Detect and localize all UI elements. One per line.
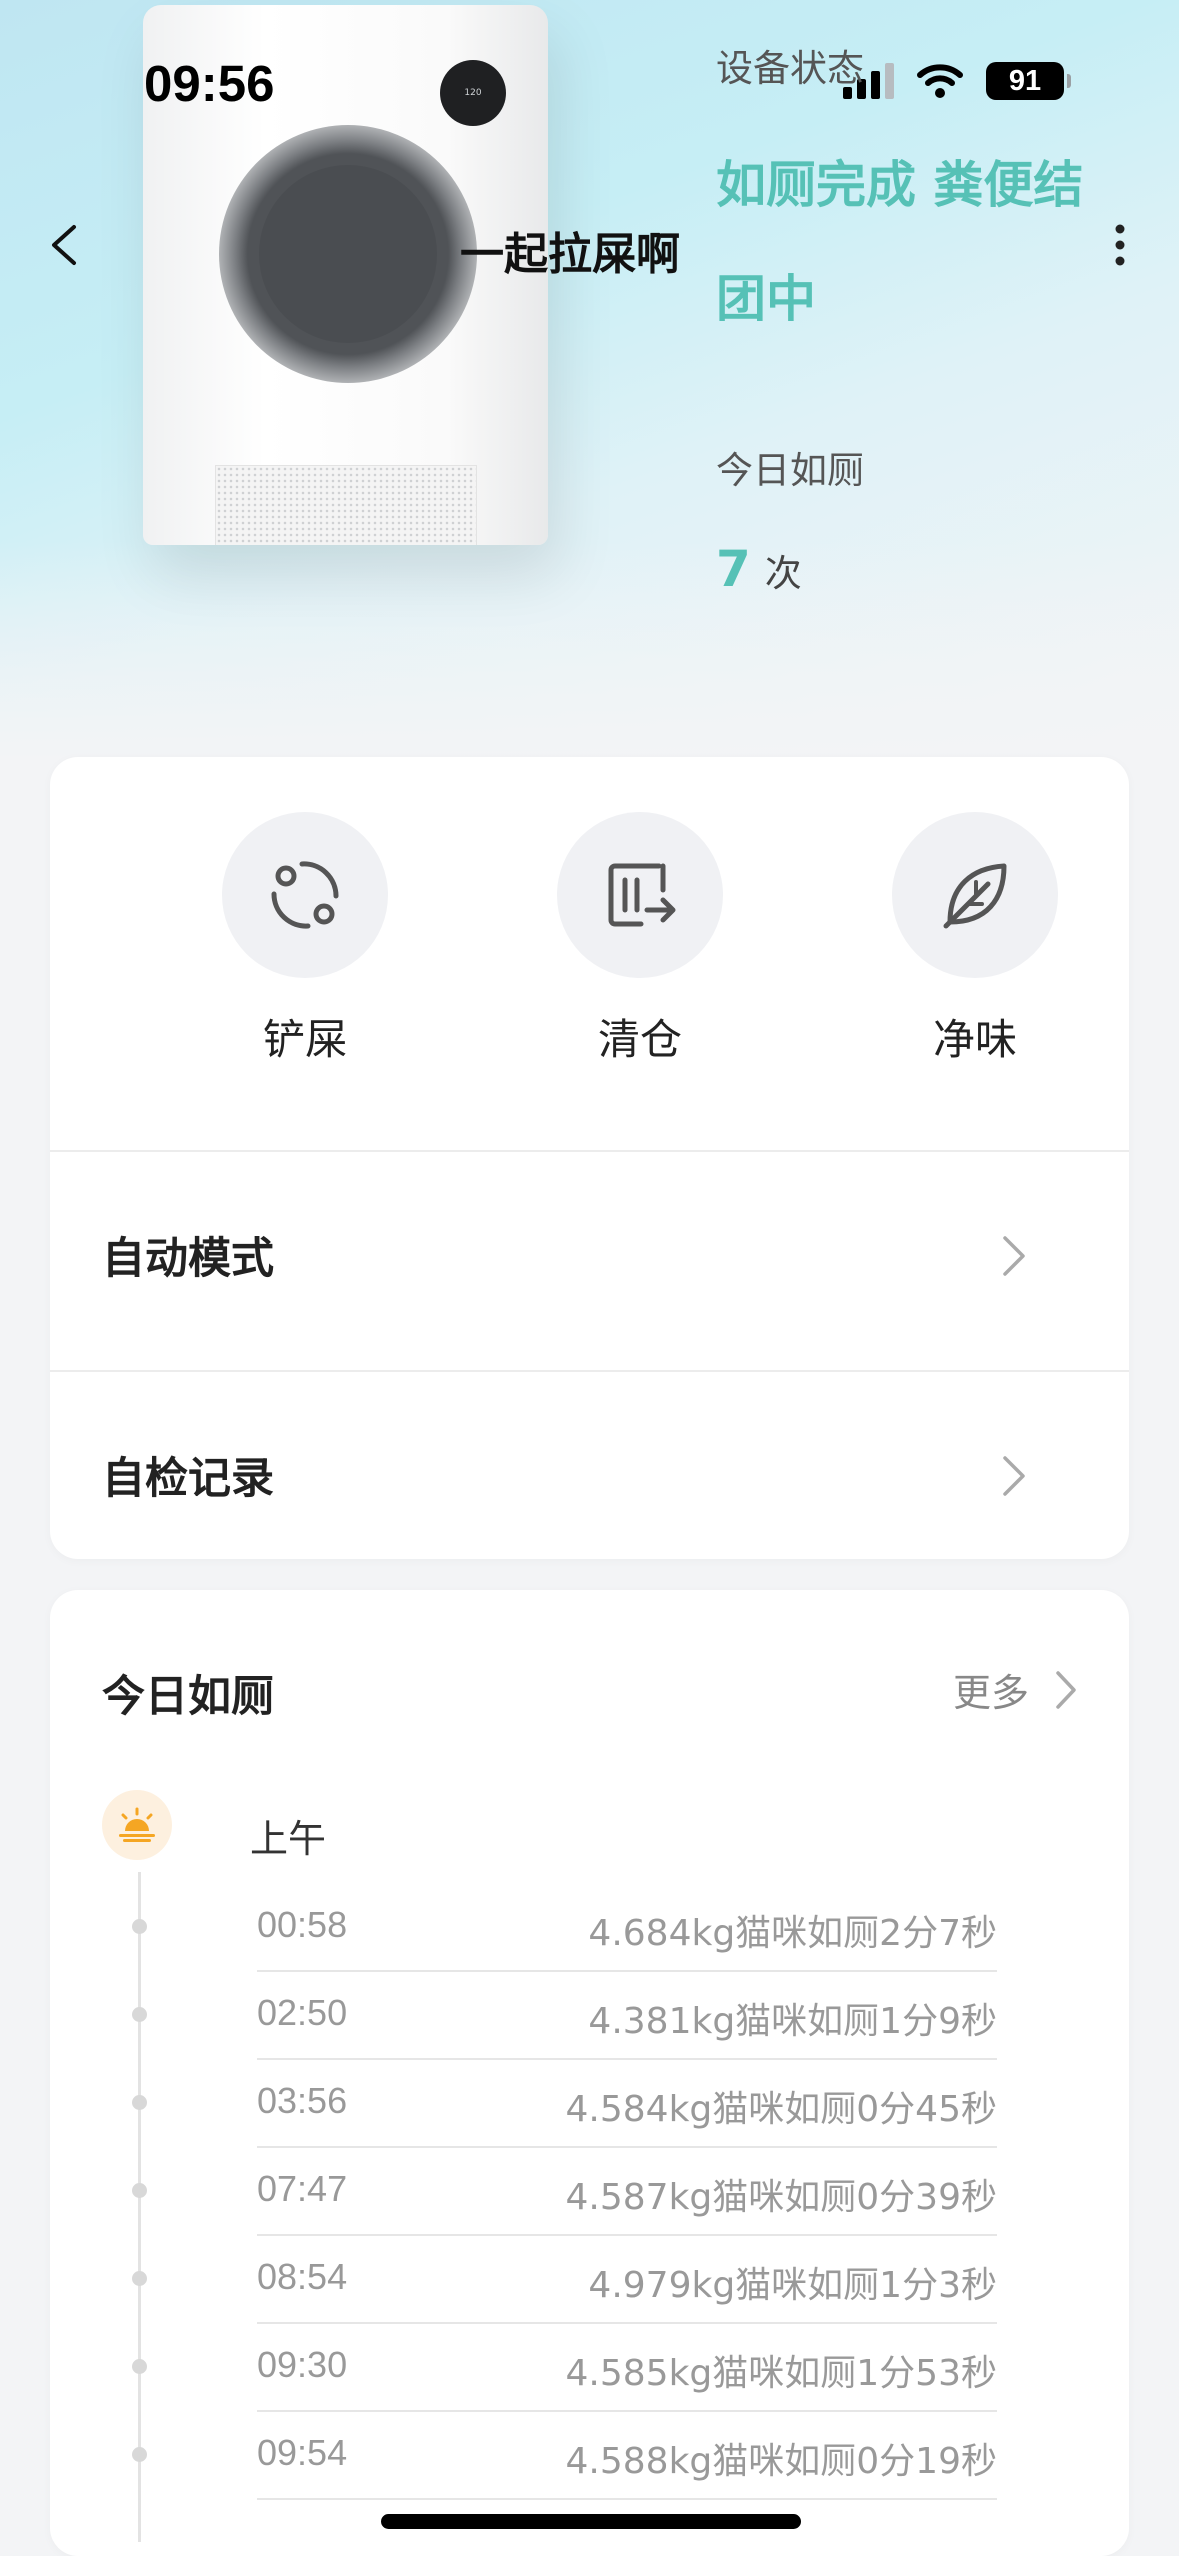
list-item[interactable]: 02:50 4.381kg猫咪如厕1分9秒 [257,1972,997,2060]
device-door [219,125,477,383]
record-description: 4.587kg猫咪如厕0分39秒 [565,2177,997,2218]
action-empty-label: 清仓 [597,1015,682,1064]
period-label: 上午 [250,1817,327,1861]
device-state-value: 如厕完成 粪便结团中 [716,156,1084,328]
empty-bin-icon [557,812,723,978]
menu-self-check-records[interactable]: 自检记录 [50,1370,1129,1590]
today-usage-label: 今日如厕 [716,449,864,492]
refresh-cycle-icon [222,812,388,978]
record-time: 09:54 [257,2432,348,2473]
record-description: 4.585kg猫咪如厕1分53秒 [565,2353,997,2394]
device-grill [215,465,477,545]
list-item[interactable]: 08:54 4.979kg猫咪如厕1分3秒 [257,2236,997,2324]
timeline-dot [132,2007,147,2022]
device-screen: 120 [440,60,506,126]
list-item[interactable]: 09:54 4.588kg猫咪如厕0分19秒 [257,2412,997,2500]
list-item[interactable]: 00:58 4.684kg猫咪如厕2分7秒 [257,1884,997,1972]
status-icons: 91 [843,62,1071,100]
today-count-unit: 次 [764,552,802,595]
record-time: 00:58 [257,1904,348,1945]
timeline-line [138,1872,141,2542]
status-time: 09:56 [144,55,275,112]
record-description: 4.584kg猫咪如厕0分45秒 [565,2089,997,2130]
record-description: 4.684kg猫咪如厕2分7秒 [588,1913,997,1954]
record-time: 03:56 [257,2080,348,2121]
timeline-dot [132,2183,147,2198]
action-scoop-label: 铲屎 [262,1015,347,1064]
today-usage-card: 今日如厕 更多 上午 00:58 4.684kg猫咪如厕2分7秒 02:50 4.38… [50,1590,1129,2556]
today-usage-count: 7 次 [716,540,802,598]
timeline-dot [132,2271,147,2286]
record-time: 09:30 [257,2344,348,2385]
chevron-right-icon [1003,1236,1025,1276]
record-time: 02:50 [257,1992,348,2033]
list-item[interactable]: 03:56 4.584kg猫咪如厕0分45秒 [257,2060,997,2148]
device-name: 一起拉屎啊 [460,229,680,280]
more-link-label: 更多 [952,1671,1029,1715]
action-empty-button[interactable]: 清仓 [530,812,750,1067]
action-deodorize-label: 净味 [932,1015,1017,1064]
quick-actions: 铲屎 清仓 净味 [50,812,1129,1064]
timeline-dot [132,1919,147,1934]
timeline-dot [132,2447,147,2462]
log-title: 今日如厕 [102,1672,274,1722]
battery-indicator: 91 [986,62,1071,100]
record-description: 4.381kg猫咪如厕1分9秒 [588,2001,997,2042]
menu-auto-mode[interactable]: 自动模式 [50,1150,1129,1370]
record-time: 07:47 [257,2168,348,2209]
record-time: 08:54 [257,2256,348,2297]
record-description: 4.588kg猫咪如厕0分19秒 [565,2441,997,2482]
home-indicator[interactable] [381,2514,801,2529]
list-item[interactable]: 07:47 4.587kg猫咪如厕0分39秒 [257,2148,997,2236]
today-count-number: 7 [716,540,751,598]
timeline-dot [132,2359,147,2374]
leaf-icon [892,812,1058,978]
sunrise-icon [102,1790,172,1860]
list-item[interactable]: 09:30 4.585kg猫咪如厕1分53秒 [257,2324,997,2412]
record-description: 4.979kg猫咪如厕1分3秒 [588,2265,997,2306]
back-icon[interactable] [40,215,90,275]
wifi-icon [917,64,963,98]
chevron-right-icon [1056,1670,1076,1709]
action-deodorize-button[interactable]: 净味 [865,812,1085,1067]
menu-auto-mode-label: 自动模式 [102,1234,274,1284]
timeline-dot [132,2095,147,2110]
chevron-right-icon [1003,1456,1025,1496]
controls-card: 铲屎 清仓 净味 自动模式 自检记录 [50,757,1129,1559]
device-state-label: 设备状态 [716,47,864,90]
action-scoop-button[interactable]: 铲屎 [195,812,415,1067]
menu-self-check-label: 自检记录 [102,1454,274,1504]
more-link[interactable]: 更多 [953,1662,1079,1717]
